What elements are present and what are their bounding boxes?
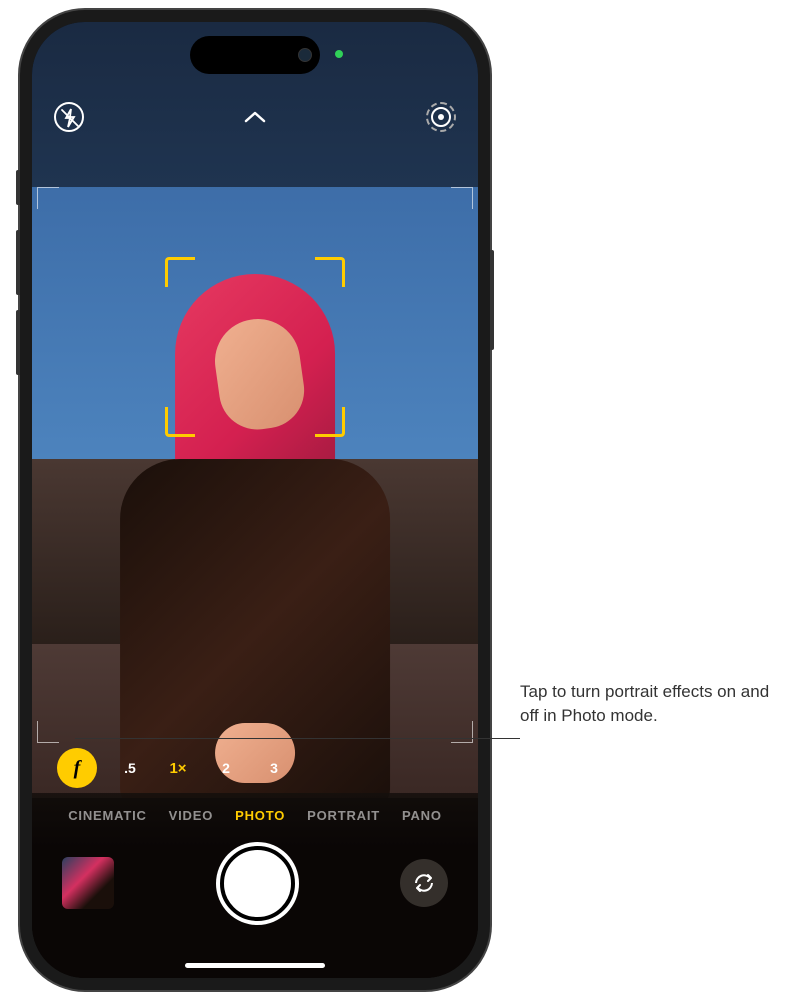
shutter-button[interactable] <box>220 846 295 921</box>
flip-camera-button[interactable] <box>400 859 448 907</box>
live-photo-button[interactable] <box>424 100 458 134</box>
phone-side-button <box>16 170 20 205</box>
frame-corner <box>37 187 59 209</box>
chevron-up-icon <box>243 110 267 124</box>
zoom-controls: f .5 1× 2 3 <box>32 743 478 793</box>
depth-control-button[interactable]: f <box>57 748 97 788</box>
camera-bottom-controls: CINEMATIC VIDEO PHOTO PORTRAIT PANO <box>32 793 478 978</box>
live-photo-icon <box>426 102 456 132</box>
camera-controls-toggle[interactable] <box>238 100 272 134</box>
mode-cinematic[interactable]: CINEMATIC <box>68 808 146 823</box>
zoom-level-1x[interactable]: 1× <box>163 754 193 783</box>
callout-annotation: Tap to turn portrait effects on and off … <box>520 680 770 728</box>
phone-power-button <box>490 250 494 350</box>
last-photo-thumbnail[interactable] <box>62 857 114 909</box>
phone-screen: f .5 1× 2 3 CINEMATIC VIDEO PHOTO PORTRA… <box>32 22 478 978</box>
dynamic-island <box>190 36 320 74</box>
flip-camera-icon <box>411 870 437 896</box>
phone-volume-up <box>16 230 20 295</box>
frame-corner <box>451 721 473 743</box>
callout-leader-line <box>75 738 520 739</box>
frame-corner <box>451 187 473 209</box>
capture-controls <box>32 833 478 933</box>
zoom-level-0-5x[interactable]: .5 <box>115 754 145 782</box>
mode-video[interactable]: VIDEO <box>169 808 213 823</box>
phone-volume-down <box>16 310 20 375</box>
home-indicator[interactable] <box>185 963 325 968</box>
camera-viewfinder[interactable]: f .5 1× 2 3 <box>32 182 478 798</box>
camera-active-indicator <box>335 50 343 58</box>
zoom-level-3x[interactable]: 3 <box>259 754 289 782</box>
zoom-level-2x[interactable]: 2 <box>211 754 241 782</box>
mode-photo[interactable]: PHOTO <box>235 808 285 823</box>
focus-indicator <box>165 257 345 437</box>
frame-corner <box>37 721 59 743</box>
front-camera <box>298 48 312 62</box>
depth-f-icon: f <box>74 757 81 780</box>
flash-off-icon <box>54 102 84 132</box>
camera-mode-selector[interactable]: CINEMATIC VIDEO PHOTO PORTRAIT PANO <box>32 793 478 833</box>
flash-button[interactable] <box>52 100 86 134</box>
iphone-frame: f .5 1× 2 3 CINEMATIC VIDEO PHOTO PORTRA… <box>20 10 490 990</box>
mode-portrait[interactable]: PORTRAIT <box>307 808 380 823</box>
mode-pano[interactable]: PANO <box>402 808 442 823</box>
